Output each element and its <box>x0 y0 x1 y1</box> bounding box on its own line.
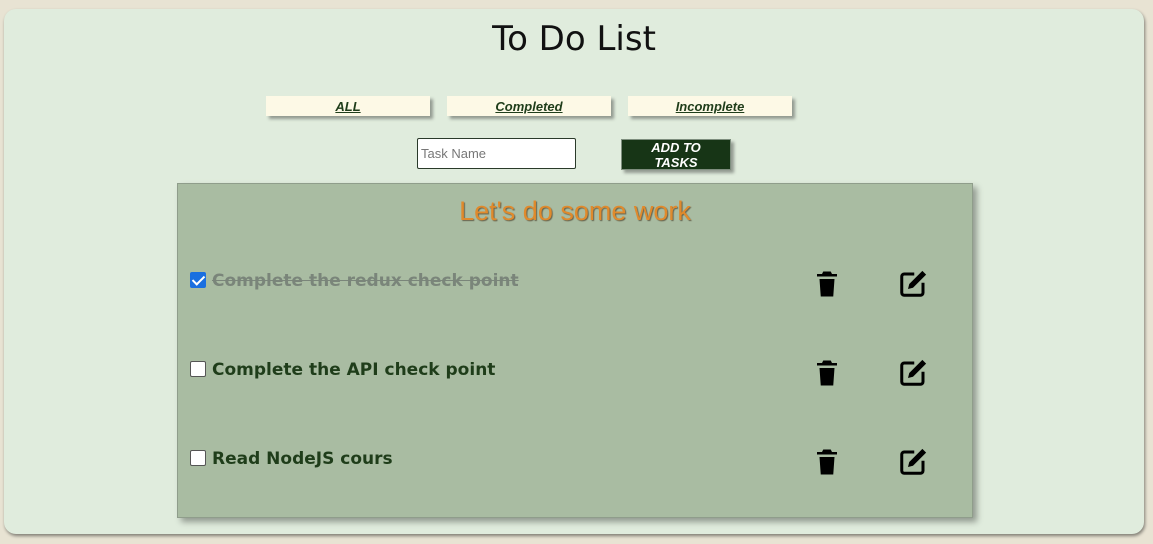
add-task-button[interactable]: ADD TO TASKS <box>621 139 731 170</box>
task-checkbox[interactable] <box>190 450 206 466</box>
task-label: Complete the redux check point <box>212 271 519 291</box>
filter-completed-button[interactable]: Completed <box>447 96 611 116</box>
task-label: Read NodeJS cours <box>212 449 393 469</box>
edit-icon[interactable] <box>898 358 928 388</box>
task-name-input[interactable] <box>417 138 576 169</box>
filter-incomplete-button[interactable]: Incomplete <box>628 96 792 116</box>
task-label: Complete the API check point <box>212 360 496 380</box>
task-item: Complete the redux check point <box>190 269 950 305</box>
task-checkbox[interactable] <box>190 361 206 377</box>
trash-icon[interactable] <box>812 447 842 477</box>
task-checkbox[interactable] <box>190 272 206 288</box>
trash-icon[interactable] <box>812 358 842 388</box>
task-item: Complete the API check point <box>190 358 950 394</box>
filter-all-button[interactable]: ALL <box>266 96 430 116</box>
task-item: Read NodeJS cours <box>190 447 950 483</box>
page-title: To Do List <box>492 19 656 59</box>
task-panel: Let's do some work Complete the redux ch… <box>177 183 973 518</box>
edit-icon[interactable] <box>898 447 928 477</box>
edit-icon[interactable] <box>898 269 928 299</box>
trash-icon[interactable] <box>812 269 842 299</box>
panel-title: Let's do some work <box>459 196 691 226</box>
filter-bar: ALL Completed Incomplete <box>266 96 792 116</box>
todo-app: To Do List ALL Completed Incomplete ADD … <box>4 9 1144 534</box>
